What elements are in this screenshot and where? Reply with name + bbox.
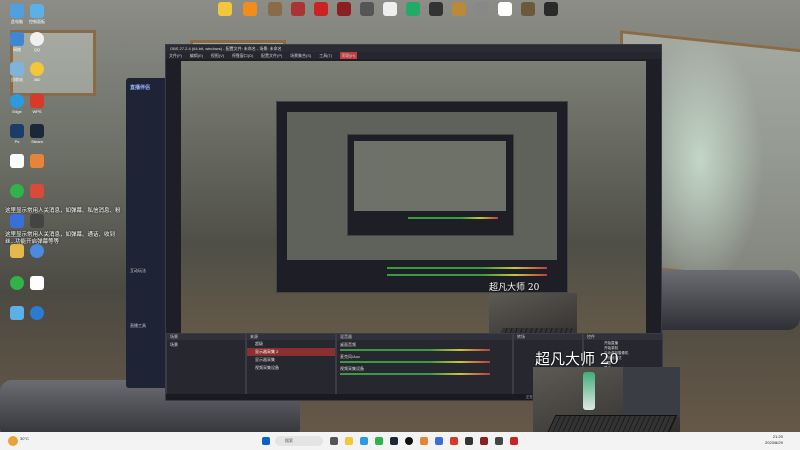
- app-icon[interactable]: [465, 437, 473, 445]
- steam-icon[interactable]: [390, 437, 398, 445]
- nested-obs-level-2: [347, 134, 514, 236]
- task-view-icon[interactable]: [330, 437, 338, 445]
- app-icon[interactable]: [510, 437, 518, 445]
- webcam-bottle: [583, 372, 595, 410]
- source-item[interactable]: 视频采集设备: [247, 364, 335, 372]
- obs-preview-canvas[interactable]: 超凡大师 20: [181, 61, 646, 366]
- menu-file[interactable]: 文件(F): [169, 52, 182, 59]
- source-item[interactable]: 显示器采集: [247, 356, 335, 364]
- menu-scene-collection[interactable]: 场景集合(S): [290, 52, 311, 59]
- taskbar-search-input[interactable]: 搜索: [275, 436, 323, 446]
- app-icon[interactable]: [480, 437, 488, 445]
- weather-temp[interactable]: 30°C: [20, 436, 29, 441]
- desktop-message-line-2: 这里显示常用人关消息，如弹幕、通话、收到: [5, 232, 116, 238]
- mixer-meter: [340, 349, 490, 351]
- app-icon[interactable]: [420, 437, 428, 445]
- clock-date: 2023/8/29: [765, 440, 783, 445]
- desktop-icon-360[interactable]: 360: [22, 62, 52, 82]
- scene-list-item[interactable]: 场景: [167, 340, 245, 350]
- file-explorer-icon[interactable]: [345, 437, 353, 445]
- obs-icon[interactable]: [405, 437, 413, 445]
- webcam-person: [623, 367, 680, 417]
- desktop-icon-doc[interactable]: [22, 276, 52, 291]
- mixer-meter: [340, 361, 490, 363]
- nested-meter-1b: [387, 274, 547, 276]
- app-icon[interactable]: [495, 437, 503, 445]
- app-icon[interactable]: [435, 437, 443, 445]
- desktop-icon-steam[interactable]: Steam: [22, 124, 52, 144]
- audio-mixer-dock: 混音器 桌面音频 麦克风/Aux 视频采集设备: [336, 333, 513, 395]
- windows-taskbar: 30°C 搜索 21:20 2023/8/29: [0, 432, 800, 450]
- nested-obs-level-1: 超凡大师 20: [276, 101, 568, 293]
- desktop-icon-wps[interactable]: WPS: [22, 94, 52, 114]
- obs-menubar: 文件(F) 编辑(E) 视图(V) 停靠窗口(D) 配置文件(P) 场景集合(S…: [166, 52, 661, 59]
- start-icon[interactable]: [262, 437, 270, 445]
- source-item[interactable]: 显示器采集 2: [247, 348, 335, 356]
- desktop-icon-control-panel[interactable]: 控制面板: [22, 4, 52, 24]
- desktop-icon-app-d[interactable]: [22, 244, 52, 259]
- sources-dock: 来源 超级 显示器采集 2 显示器采集 视频采集设备: [246, 333, 336, 395]
- overlay-name-small: 超凡大师 20: [489, 283, 540, 293]
- desktop-icon-game-13[interactable]: [536, 2, 566, 17]
- scenes-dock: 场景 场景: [166, 333, 246, 395]
- stream-app-title: 直播伴侣: [130, 85, 151, 91]
- mixer-track-name: 视频采集设备: [340, 366, 364, 371]
- overlay-name-large: 超凡大师 20: [535, 350, 619, 368]
- menu-view[interactable]: 视图(V): [211, 52, 224, 59]
- nested-meter-2: [408, 217, 498, 219]
- edge-icon[interactable]: [360, 437, 368, 445]
- desktop-message-line-3: 丝...功能开启弹幕等等: [5, 239, 60, 245]
- stream-app-section-tools[interactable]: 直播工具: [130, 323, 146, 329]
- wechat-icon[interactable]: [375, 437, 383, 445]
- taskbar-clock[interactable]: 21:20 2023/8/29: [765, 434, 783, 446]
- nested-preview-1: [287, 112, 557, 260]
- stream-app-section-interactive[interactable]: 互动玩法: [130, 268, 146, 274]
- mixer-meter: [340, 373, 490, 375]
- desktop-icon-qq[interactable]: QQ: [22, 32, 52, 52]
- mixer-track-name: 麦克风/Aux: [340, 354, 361, 359]
- menu-tools[interactable]: 工具(T): [319, 52, 332, 59]
- menu-edit[interactable]: 编辑(E): [190, 52, 203, 59]
- desktop-message-line-1: 这里显示常用人关消息，如弹幕、私信消息、粉: [5, 208, 121, 214]
- menu-help[interactable]: 帮助(H): [339, 52, 358, 59]
- nested-preview-2: [354, 141, 506, 211]
- desktop-icon-tool[interactable]: [22, 154, 52, 169]
- mixer-track-name: 桌面音频: [340, 342, 356, 347]
- desktop-icon-red[interactable]: [22, 184, 52, 199]
- menu-profile[interactable]: 配置文件(P): [261, 52, 282, 59]
- menu-docks[interactable]: 停靠窗口(D): [232, 52, 254, 59]
- source-item[interactable]: 超级: [247, 340, 335, 348]
- app-icon[interactable]: [450, 437, 458, 445]
- transitions-dock-title: 转场: [514, 334, 582, 340]
- weather-icon[interactable]: [8, 436, 18, 446]
- nested-meter-1a: [387, 267, 547, 269]
- obs-titlebar[interactable]: OBS 27.2.4 (64-bit, windows) - 配置文件: 未命名…: [166, 45, 661, 52]
- desktop-message-area: 这里显示常用人关消息，如弹幕、私信消息、粉 这里显示常用人关消息，如弹幕、通话、…: [5, 208, 121, 246]
- desktop-icon-app-f[interactable]: [22, 306, 52, 321]
